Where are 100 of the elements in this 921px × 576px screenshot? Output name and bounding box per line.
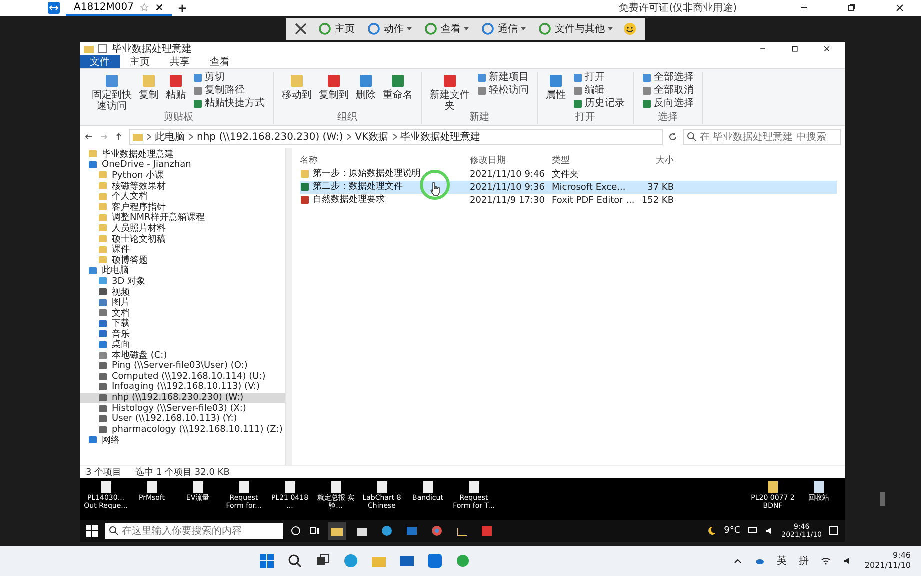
nav-item[interactable]: 课件 [80,244,285,255]
toolbar-menu-button[interactable]: 主页 [316,22,357,36]
chevron-icon[interactable] [392,134,397,140]
ribbon-button[interactable]: 复制路径 [191,85,267,97]
task-view-icon[interactable] [309,525,321,537]
ribbon-button[interactable]: 反向选择 [640,98,696,110]
nav-item[interactable]: 音乐 [80,329,285,340]
search-icon[interactable] [287,553,304,569]
toolbar-menu-button[interactable]: 文件与其他 [536,22,615,36]
restore-icon[interactable] [847,3,857,13]
nav-item[interactable]: 桌面 [80,340,285,350]
nav-item[interactable]: 此电脑 [80,266,285,276]
nav-item[interactable]: 客户程序指针 [80,202,285,213]
star-icon[interactable] [140,2,150,12]
nav-item[interactable]: 人员照片材料 [80,223,285,234]
ribbon-button[interactable]: 删除 [354,72,378,102]
file-row[interactable]: 第一步：原始数据处理说明 2021/11/10 9:46 文件夹 [300,168,837,181]
ribbon-button[interactable]: 复制到 [317,72,351,102]
ribbon-tab[interactable]: 查看 [200,55,240,68]
ribbon-tab[interactable]: 文件 [80,55,120,68]
nav-item[interactable]: 本地磁盘 (C:) [80,350,285,361]
nav-item[interactable]: Histology (\\Server-file03) (X:) [80,403,285,414]
scrollbar[interactable] [285,148,292,465]
chevron-icon[interactable] [189,134,193,140]
nav-item[interactable]: 图片 [80,297,285,308]
file-row[interactable]: 自然数据处理要求 2021/11/9 17:30 Foxit PDF Editor ... 152 KB [300,194,837,207]
breadcrumb[interactable]: 此电脑 [155,130,185,144]
address-bar[interactable]: 此电脑 nhp (\\192.168.230.230) (W:) VK数据 毕业数据处理意建 [129,129,663,145]
breadcrumb[interactable]: VK数据 [355,130,389,144]
notification-icon[interactable] [829,526,839,536]
session-tab[interactable]: A1812M007 [66,0,172,16]
start-icon[interactable] [259,553,276,569]
refresh-icon[interactable] [668,132,678,142]
nav-item[interactable]: 核磁等效果材 [80,180,285,192]
chat-app-icon[interactable] [455,553,472,569]
nav-item[interactable]: Infoaging (\\192.168.10.113) (V:) [80,382,285,393]
taskbar-clock[interactable]: 9:46 2021/11/10 [864,551,912,571]
properties-icon[interactable] [98,44,108,54]
close-icon[interactable] [823,44,831,52]
ribbon-button[interactable]: 新建项目 [475,72,531,84]
wifi-icon[interactable] [820,556,831,566]
ribbon-button[interactable]: 粘贴快捷方式 [191,98,267,110]
back-arrow-icon[interactable] [84,132,94,142]
close-icon[interactable] [895,3,905,13]
ribbon-button[interactable]: 复制 [137,72,161,102]
ribbon-button[interactable]: 全部取消 [640,85,696,97]
nav-item[interactable]: pharmacology (\\192.168.10.111) (Z:) [80,424,285,436]
search-field[interactable]: 在 毕业数据处理意建 中搜索 [683,129,841,145]
ribbon-button[interactable]: 历史记录 [571,98,627,110]
column-header[interactable]: 名称 [300,154,470,166]
nav-item[interactable]: Computed (\\192.168.10.114) (U:) [80,371,285,382]
nav-item[interactable]: nhp (\\192.168.230.230) (W:) [80,392,285,404]
maximize-icon[interactable] [791,44,799,52]
nav-item[interactable]: 3D 对象 [80,276,285,287]
nav-item[interactable]: 下载 [80,318,285,330]
browser-icon[interactable] [343,553,360,569]
toolbar-menu-button[interactable]: 查看 [422,22,471,36]
nav-item[interactable]: 硕士论文初稿 [80,234,285,244]
close-icon[interactable] [155,2,164,12]
scroll-handle[interactable] [880,492,885,506]
ribbon-button[interactable]: 编辑 [571,85,627,97]
nav-item[interactable]: User (\\192.168.10.113) (Y:) [80,414,285,424]
input-method-indicator[interactable]: 英 [776,554,787,568]
chevron-icon[interactable] [347,134,352,140]
ribbon-button[interactable]: 全部选择 [640,72,696,84]
column-header[interactable]: 大小 [634,154,674,166]
toolbar-menu-button[interactable]: 动作 [365,22,414,36]
nav-item[interactable]: Ping (\\Server-file03\User) (O:) [80,360,285,372]
smiley-icon[interactable] [623,22,637,36]
breadcrumb[interactable]: nhp (\\192.168.230.230) (W:) [197,132,344,142]
ribbon-button[interactable]: 属性 [544,72,568,102]
ribbon-button[interactable]: 粘贴 [164,72,188,102]
ribbon-button[interactable]: 剪切 [191,72,267,84]
mail-icon[interactable] [399,553,416,569]
add-tab-icon[interactable] [178,4,188,12]
up-arrow-icon[interactable] [114,132,124,142]
nav-item[interactable]: OneDrive - Jianzhan [80,160,285,170]
ribbon-tab[interactable]: 主页 [120,55,160,68]
start-icon[interactable] [86,525,98,537]
nav-item[interactable]: 个人文档 [80,191,285,202]
ribbon-button[interactable]: 轻松访问 [475,85,531,97]
ribbon-tab[interactable]: 共享 [160,55,200,68]
nav-item[interactable]: 调整NMR样开意箱课程 [80,212,285,224]
remote-app-icon[interactable] [427,553,444,569]
nav-item[interactable]: 视频 [80,286,285,298]
input-method-indicator[interactable]: 拼 [798,554,809,568]
nav-item[interactable]: 毕业数据处理意建 [80,149,285,160]
column-header[interactable]: 类型 [552,154,634,166]
nav-item[interactable]: Python 小课 [80,170,285,181]
network-icon[interactable] [748,526,758,536]
folder-icon[interactable] [328,522,346,540]
toolbar-menu-button[interactable]: 通信 [479,22,528,36]
breadcrumb[interactable]: 毕业数据处理意建 [400,130,481,144]
file-row[interactable]: 第二步：数据处理文件 2021/11/10 9:36 Microsoft Exce... 37 KB [300,181,837,194]
nav-item[interactable]: 网络 [80,435,285,446]
ribbon-button[interactable]: 移动到 [280,72,314,102]
ribbon-button[interactable]: 固定到快速访问 [90,72,134,113]
ribbon-button[interactable]: 重命名 [381,72,415,102]
disconnect-icon[interactable] [294,22,308,36]
ribbon-button[interactable]: 新建文件夹 [428,72,472,113]
